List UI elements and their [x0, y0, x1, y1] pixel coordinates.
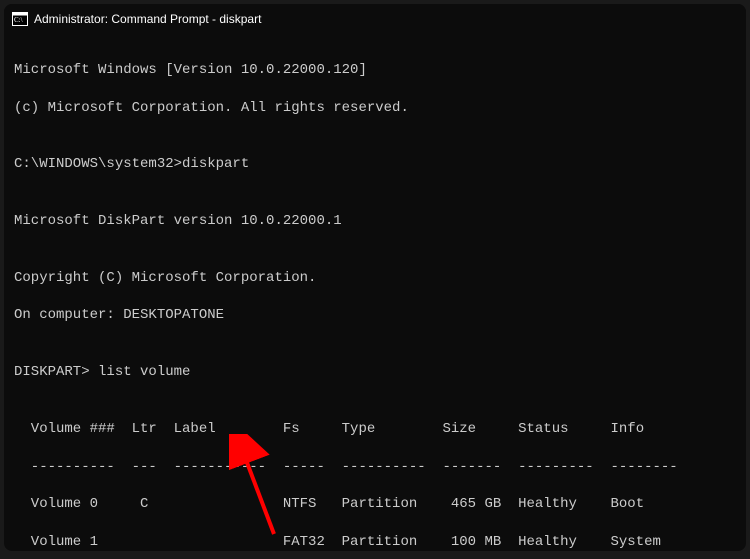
terminal-output[interactable]: Microsoft Windows [Version 10.0.22000.12…	[4, 34, 746, 551]
output-line: On computer: DESKTOPATONE	[14, 306, 736, 325]
output-line: (c) Microsoft Corporation. All rights re…	[14, 99, 736, 118]
command-prompt-window: C:\ Administrator: Command Prompt - disk…	[4, 4, 746, 551]
output-line: Microsoft DiskPart version 10.0.22000.1	[14, 212, 736, 231]
cmd-icon: C:\	[12, 11, 28, 27]
titlebar[interactable]: C:\ Administrator: Command Prompt - disk…	[4, 4, 746, 34]
output-line: Copyright (C) Microsoft Corporation.	[14, 269, 736, 288]
table-header: Volume ### Ltr Label Fs Type Size Status…	[14, 420, 736, 439]
svg-text:C:\: C:\	[14, 16, 23, 24]
prompt-line: DISKPART> list volume	[14, 363, 736, 382]
table-row: Volume 0 C NTFS Partition 465 GB Healthy…	[14, 495, 736, 514]
prompt-line: C:\WINDOWS\system32>diskpart	[14, 155, 736, 174]
window-title: Administrator: Command Prompt - diskpart	[34, 12, 261, 26]
table-divider: ---------- --- ----------- ----- -------…	[14, 458, 736, 477]
arrow-annotation-icon	[229, 434, 289, 544]
table-row: Volume 1 FAT32 Partition 100 MB Healthy …	[14, 533, 736, 551]
output-line: Microsoft Windows [Version 10.0.22000.12…	[14, 61, 736, 80]
